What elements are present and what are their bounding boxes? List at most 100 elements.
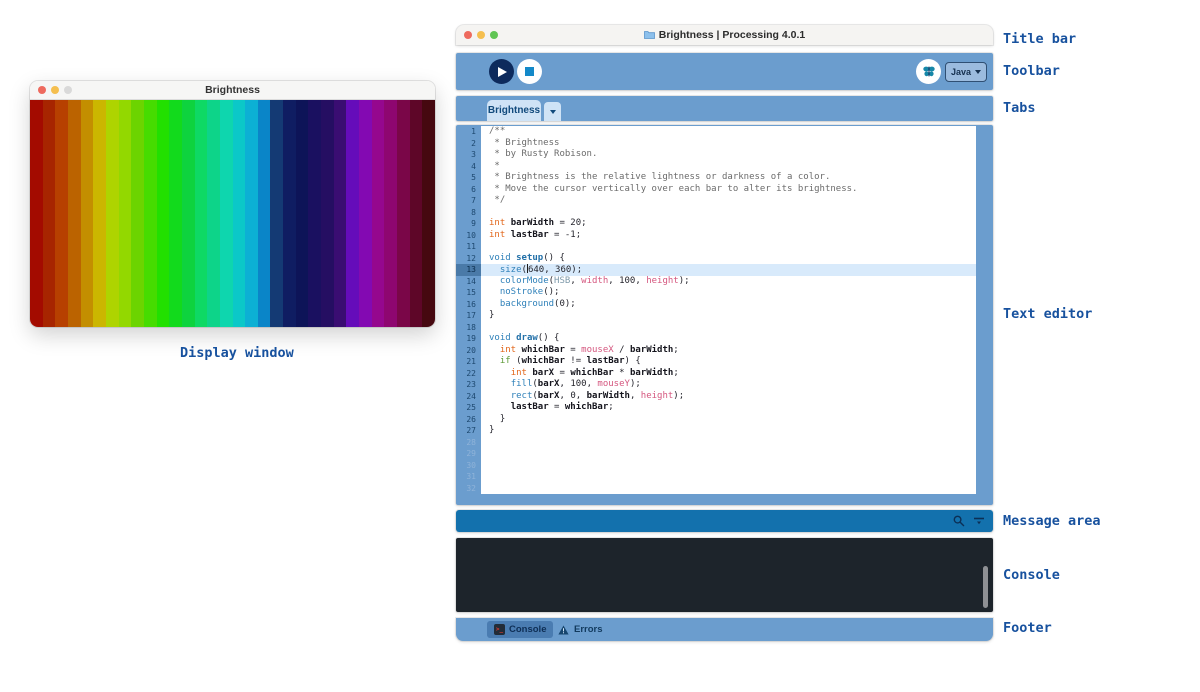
ide-text-editor: 1234567891011121314151617181920212223242… <box>456 125 993 505</box>
annotation-tabs: Tabs <box>1003 100 1036 116</box>
ide-window-title: Brightness | Processing 4.0.1 <box>456 29 993 41</box>
code-line <box>481 241 976 253</box>
code-line: void setup() { <box>481 253 976 265</box>
line-number: 5 <box>456 172 481 184</box>
color-bar <box>207 100 220 327</box>
line-number: 31 <box>456 471 481 483</box>
line-number: 14 <box>456 276 481 288</box>
mode-label: Java <box>951 67 971 77</box>
line-number: 11 <box>456 241 481 253</box>
stop-button[interactable] <box>517 59 542 84</box>
editor-scrollbar[interactable] <box>976 125 993 505</box>
line-number: 1 <box>456 126 481 138</box>
code-line <box>481 483 976 495</box>
line-number: 4 <box>456 161 481 173</box>
code-line: * <box>481 161 976 173</box>
color-bar <box>308 100 321 327</box>
color-bar <box>106 100 119 327</box>
line-number: 22 <box>456 368 481 380</box>
color-bar <box>372 100 385 327</box>
annotation-console: Console <box>1003 567 1060 583</box>
editor-code: /** * Brightness * by Rusty Robison. * *… <box>481 126 976 494</box>
code-line: * by Rusty Robison. <box>481 149 976 161</box>
code-line <box>481 448 976 460</box>
line-number: 19 <box>456 333 481 345</box>
display-canvas <box>30 100 435 327</box>
ide-footer: >_ Console Errors <box>456 618 993 641</box>
color-bar <box>258 100 271 327</box>
color-bar <box>131 100 144 327</box>
line-number: 20 <box>456 345 481 357</box>
line-number: 32 <box>456 483 481 495</box>
code-line: if (whichBar != lastBar) { <box>481 356 976 368</box>
code-line: int lastBar = -1; <box>481 230 976 242</box>
code-line <box>481 322 976 334</box>
line-number: 10 <box>456 230 481 242</box>
zoom-icon <box>64 86 72 94</box>
line-number: 7 <box>456 195 481 207</box>
line-number: 16 <box>456 299 481 311</box>
display-window-titlebar: Brightness <box>30 81 435 100</box>
tab-brightness[interactable]: Brightness <box>487 100 541 121</box>
color-bar <box>233 100 246 327</box>
line-number: 8 <box>456 207 481 219</box>
line-number: 29 <box>456 448 481 460</box>
color-bar <box>245 100 258 327</box>
folder-icon <box>644 30 655 39</box>
color-bar <box>422 100 435 327</box>
code-line: rect(barX, 0, barWidth, height); <box>481 391 976 403</box>
search-icon[interactable] <box>953 515 965 527</box>
code-line: } <box>481 310 976 322</box>
color-bar <box>346 100 359 327</box>
run-button[interactable] <box>489 59 514 84</box>
footer-tab-errors[interactable]: Errors <box>554 621 607 638</box>
color-bar <box>30 100 43 327</box>
code-line: background(0); <box>481 299 976 311</box>
footer-tab-console[interactable]: >_ Console <box>487 621 553 638</box>
line-number: 18 <box>456 322 481 334</box>
color-bar <box>119 100 132 327</box>
code-line: */ <box>481 195 976 207</box>
color-bar <box>270 100 283 327</box>
ide-tabbar: Brightness <box>456 96 993 121</box>
tab-menu-button[interactable] <box>544 102 561 121</box>
console-toggle-icon[interactable] <box>973 515 985 527</box>
code-line: void draw() { <box>481 333 976 345</box>
zoom-icon[interactable] <box>490 31 498 39</box>
debug-button[interactable] <box>916 59 941 84</box>
code-line: * Move the cursor vertically over each b… <box>481 184 976 196</box>
code-line: size(640, 360); <box>481 264 976 276</box>
editor-text-area[interactable]: /** * Brightness * by Rusty Robison. * *… <box>481 126 976 494</box>
mode-selector-java[interactable]: Java <box>945 62 987 82</box>
code-line: } <box>481 425 976 437</box>
line-number: 27 <box>456 425 481 437</box>
color-bar <box>359 100 372 327</box>
line-number: 13 <box>456 264 481 276</box>
code-line: } <box>481 414 976 426</box>
line-number: 25 <box>456 402 481 414</box>
line-number: 24 <box>456 391 481 403</box>
ide-console <box>456 538 993 612</box>
color-bar <box>321 100 334 327</box>
code-line: fill(barX, 100, mouseY); <box>481 379 976 391</box>
editor-gutter: 1234567891011121314151617181920212223242… <box>456 126 481 494</box>
code-line: colorMode(HSB, width, 100, height); <box>481 276 976 288</box>
annotation-message-area: Message area <box>1003 513 1101 529</box>
ide-message-area <box>456 510 993 532</box>
color-bar <box>397 100 410 327</box>
color-bar <box>68 100 81 327</box>
line-number: 17 <box>456 310 481 322</box>
code-line <box>481 471 976 483</box>
close-icon[interactable] <box>38 86 46 94</box>
display-window: Brightness <box>30 81 435 327</box>
minimize-icon[interactable] <box>51 86 59 94</box>
code-line: /** <box>481 126 976 138</box>
ide-traffic-lights <box>456 31 503 39</box>
annotation-title-bar: Title bar <box>1003 31 1076 47</box>
minimize-icon[interactable] <box>477 31 485 39</box>
code-line: int whichBar = mouseX / barWidth; <box>481 345 976 357</box>
line-number: 21 <box>456 356 481 368</box>
close-icon[interactable] <box>464 31 472 39</box>
annotation-footer: Footer <box>1003 620 1052 636</box>
console-scrollbar-thumb[interactable] <box>983 566 988 608</box>
